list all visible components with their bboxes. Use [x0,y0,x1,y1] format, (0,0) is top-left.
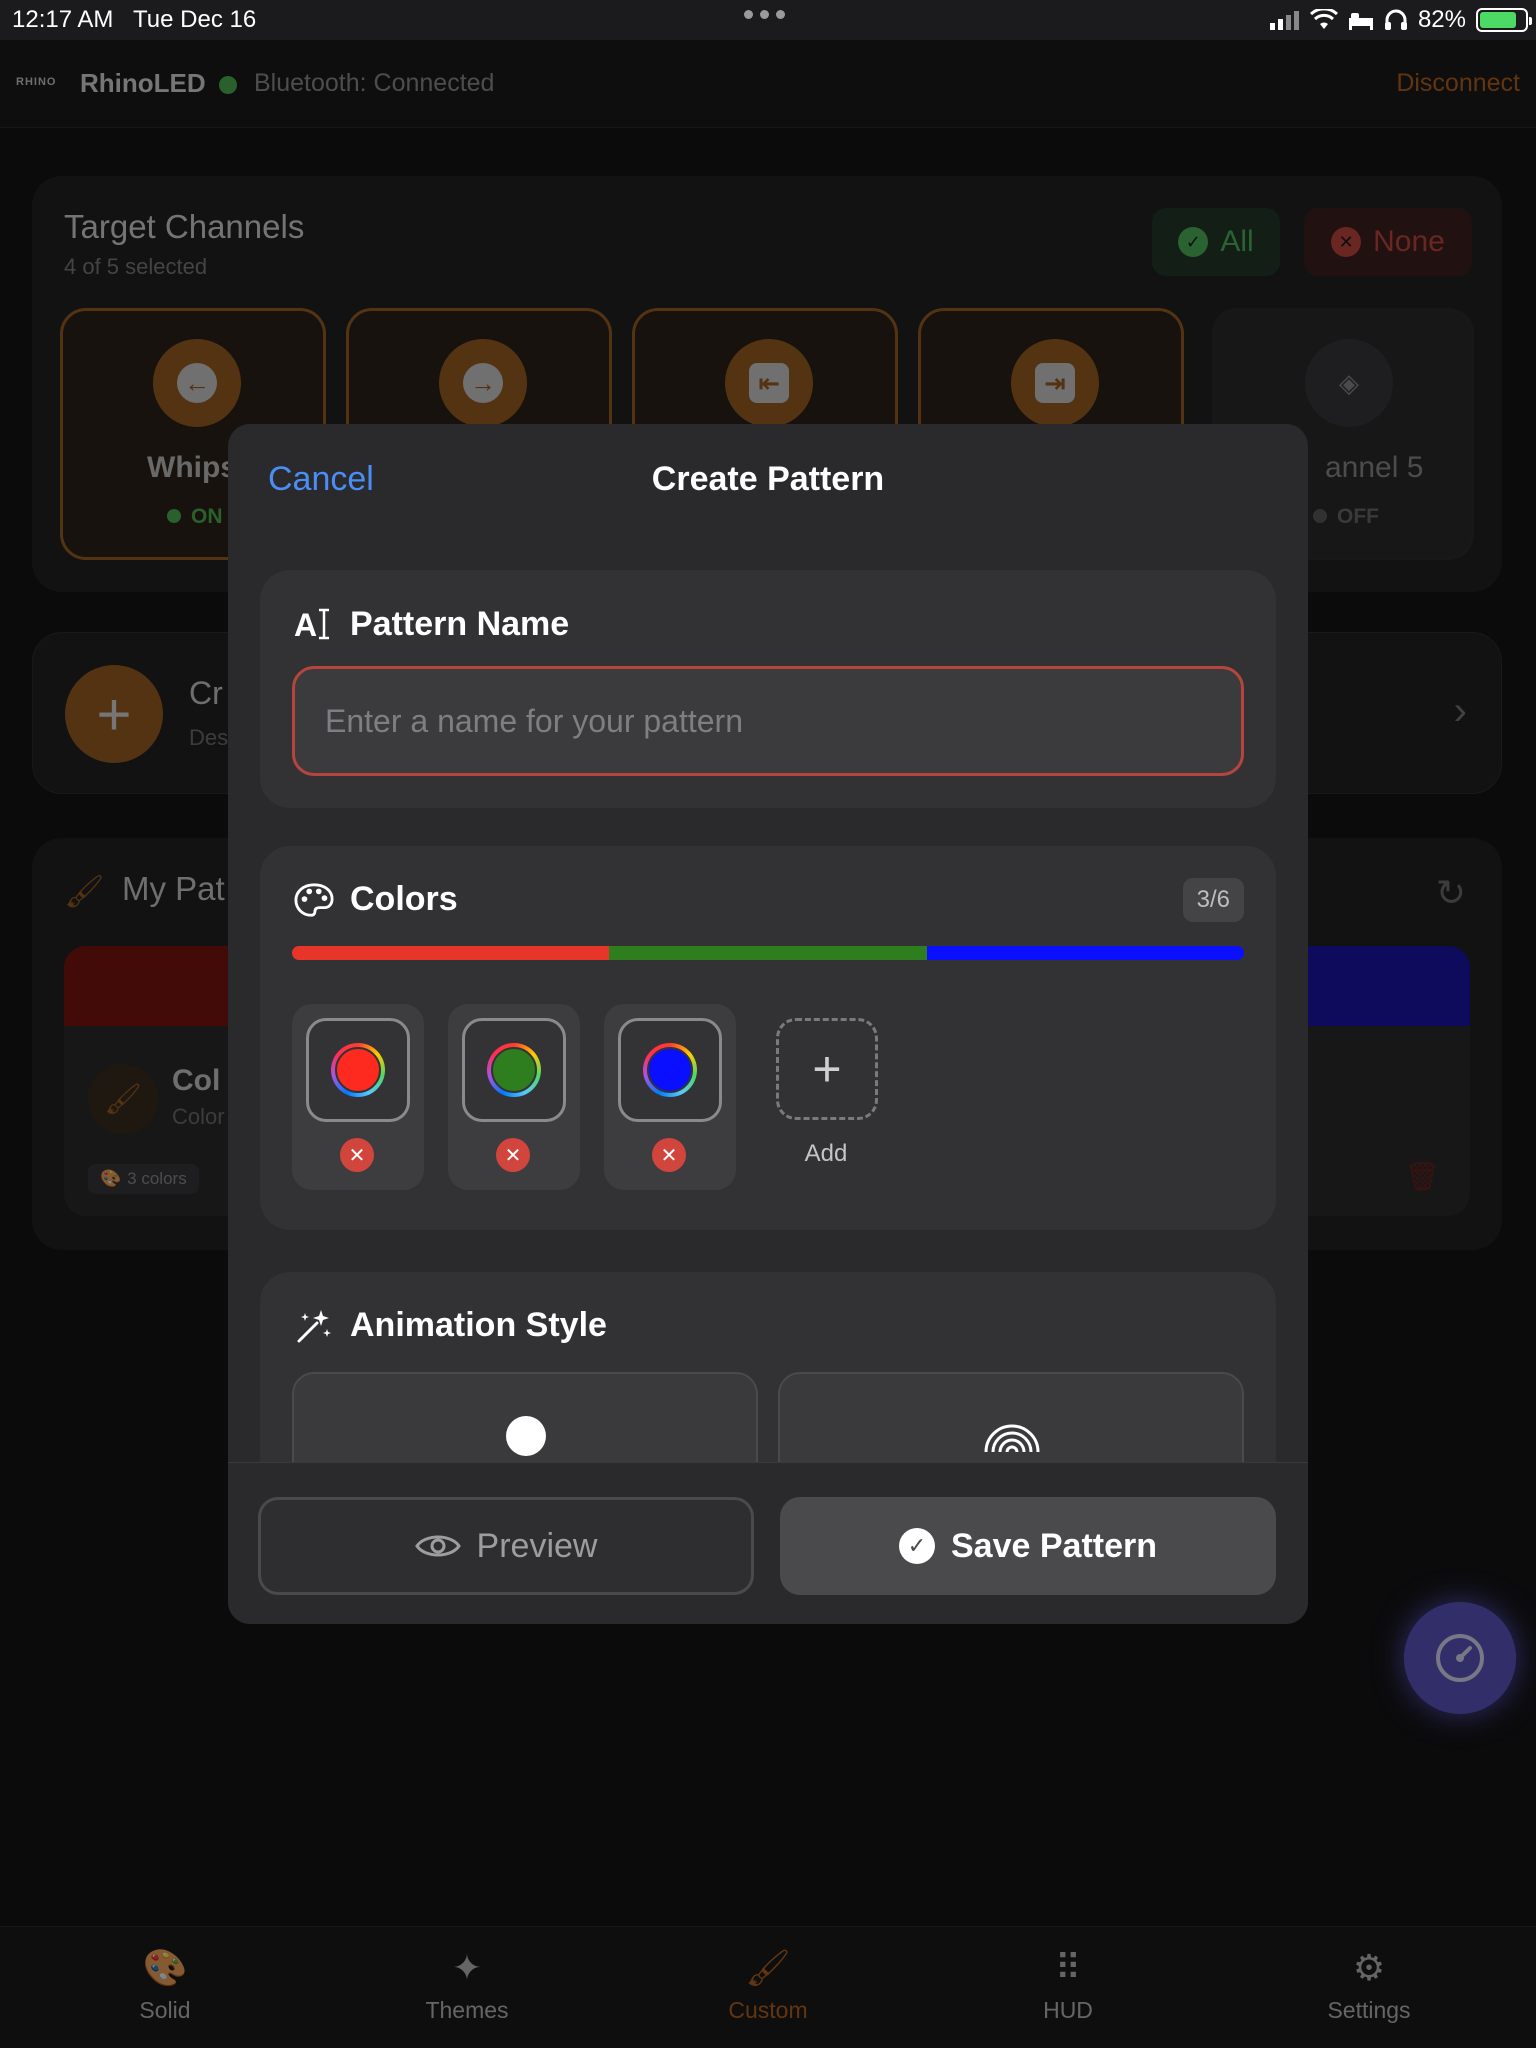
eye-icon [414,1535,461,1557]
animation-style-heading: Animation Style [350,1306,607,1344]
remove-color-button[interactable]: ✕ [496,1138,530,1172]
color-segment [926,946,1244,960]
magic-wand-icon [294,1307,334,1345]
add-color-label: Add [804,1140,848,1167]
color-swatch: ✕ [448,1004,580,1190]
text-cursor-icon: A [294,604,334,644]
color-count-badge: 3/6 [1182,878,1244,922]
status-bar: 12:17 AM Tue Dec 16 82% [0,0,1536,40]
preview-button[interactable]: Preview [258,1497,754,1595]
color-segment [292,946,610,960]
solid-dot-icon [506,1416,546,1456]
checkmark-circle-icon: ✓ [899,1528,935,1564]
pattern-name-input[interactable] [292,666,1244,776]
colors-heading: Colors [350,880,458,918]
color-swatch-fill [647,1047,693,1093]
color-picker-button[interactable] [306,1018,410,1122]
add-color-button[interactable]: + Add [760,1004,892,1190]
color-segment [609,946,927,960]
color-swatch: ✕ [604,1004,736,1190]
pattern-name-header: A Pattern Name [294,604,569,644]
bed-icon [1348,13,1373,30]
animation-style-header: Animation Style [294,1306,607,1345]
headphones-icon [1384,9,1407,30]
status-date: Tue Dec 16 [133,6,257,33]
remove-color-button[interactable]: ✕ [652,1138,686,1172]
color-picker-button[interactable] [462,1018,566,1122]
wifi-icon [1309,9,1338,29]
remove-color-button[interactable]: ✕ [340,1138,374,1172]
preview-label: Preview [476,1526,598,1565]
save-pattern-button[interactable]: ✓ Save Pattern [780,1497,1276,1595]
pattern-name-heading: Pattern Name [350,604,570,643]
color-swatch-fill [335,1047,381,1093]
modal-title: Create Pattern [651,460,885,498]
status-time: 12:17 AM [12,6,114,33]
cancel-button[interactable]: Cancel [268,460,374,499]
svg-text:A: A [294,607,317,643]
color-preview-bar [292,946,1244,960]
pattern-name-section: A Pattern Name [260,570,1276,808]
colors-header: Colors [294,880,458,919]
save-pattern-label: Save Pattern [951,1526,1157,1565]
create-pattern-modal: Cancel Create Pattern A Pattern Name Col… [228,424,1308,1624]
multitasking-dots[interactable] [744,10,785,19]
battery-percent: 82% [1417,6,1466,33]
colors-section: Colors 3/6 ✕ ✕ ✕ + Add [260,846,1276,1230]
status-indicators: 82% [1269,6,1532,34]
palette-icon [294,882,334,918]
rainbow-icon [984,1424,1040,1453]
signal-icon [1269,11,1299,30]
plus-icon: + [776,1018,878,1120]
battery-icon [1476,8,1532,32]
modal-footer: Preview ✓ Save Pattern [228,1462,1308,1624]
color-swatch-fill [491,1047,537,1093]
color-swatch-list: ✕ ✕ ✕ + Add [292,1004,892,1190]
color-swatch: ✕ [292,1004,424,1190]
color-picker-button[interactable] [618,1018,722,1122]
